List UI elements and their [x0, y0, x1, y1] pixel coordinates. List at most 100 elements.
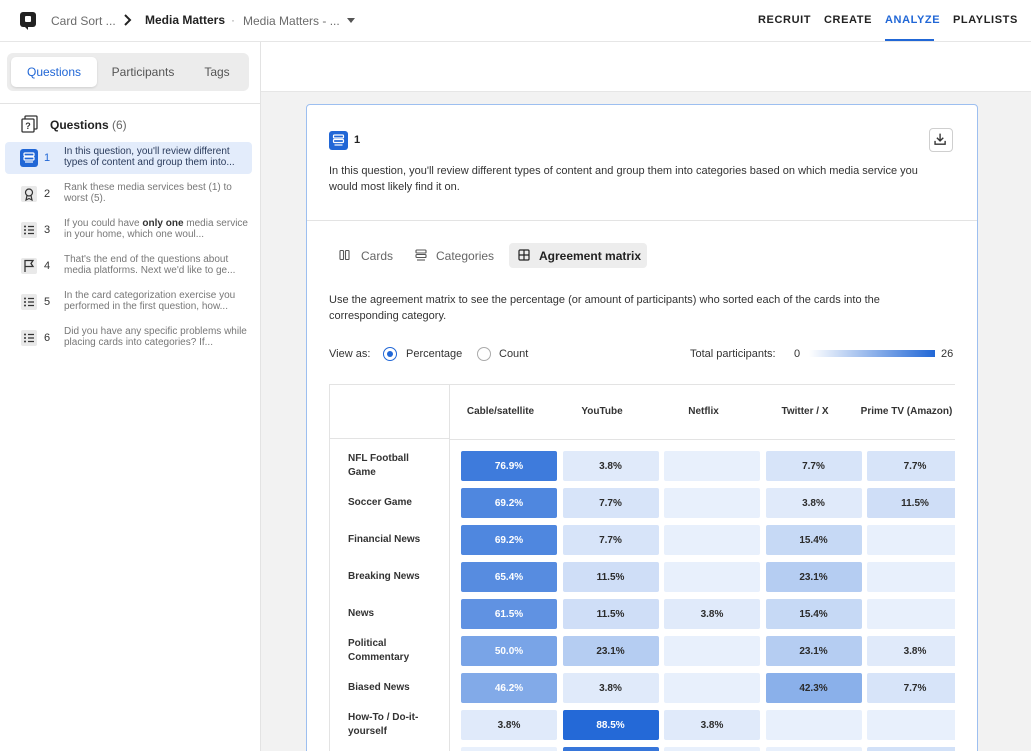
matrix-cell[interactable]: 7.7% — [867, 673, 955, 703]
matrix-cell[interactable] — [664, 525, 760, 555]
matrix-cell[interactable]: 3.8% — [461, 710, 557, 740]
app-logo-icon[interactable] — [19, 11, 37, 31]
list-icon — [20, 293, 38, 311]
question-item-2[interactable]: 2 Rank these media services best (1) to … — [5, 178, 252, 210]
matrix-cell[interactable]: 11.5% — [867, 488, 955, 518]
top-bar: Card Sort ... Media Matters · Media Matt… — [0, 0, 1031, 42]
breadcrumb-version[interactable]: Media Matters - ... — [243, 14, 340, 28]
matrix-cell[interactable]: 76.9% — [461, 451, 557, 481]
matrix-cell[interactable] — [664, 673, 760, 703]
question-item-4[interactable]: 4 That's the end of the questions about … — [5, 250, 252, 282]
matrix-cell[interactable]: 88.5% — [562, 710, 659, 740]
sidebar-tabs: Questions Participants Tags — [7, 53, 249, 91]
nav-create[interactable]: CREATE — [824, 14, 872, 26]
count-label[interactable]: Count — [499, 348, 528, 360]
question-item-6[interactable]: 6 Did you have any specific problems whi… — [5, 322, 252, 354]
question-text: In the card categorization exercise you … — [64, 290, 236, 312]
question-number: 1 — [354, 134, 361, 146]
sidebar-divider — [0, 103, 260, 104]
matrix-cell[interactable]: 3.8% — [562, 673, 659, 703]
question-description: In this question, you'll review differen… — [329, 165, 918, 193]
scale-min: 0 — [794, 348, 801, 360]
chevron-right-icon — [124, 14, 132, 26]
matrix-cell[interactable] — [664, 451, 760, 481]
tab-categories[interactable]: Categories — [407, 243, 502, 268]
matrix-cell[interactable]: 11.5% — [562, 562, 659, 592]
matrix-cell[interactable]: 15.4% — [765, 599, 862, 629]
matrix-cell[interactable] — [867, 525, 955, 555]
question-item-5[interactable]: 5 In the card categorization exercise yo… — [5, 286, 252, 318]
question-text: If you could have only one media service… — [64, 218, 248, 240]
question-item-1[interactable]: 1 In this question, you'll review differ… — [5, 142, 252, 174]
matrix-cell[interactable]: 10.0% — [867, 747, 955, 751]
matrix-cell[interactable]: 61.5% — [461, 599, 557, 629]
question-result-card: 1 In this question, you'll review differ… — [306, 104, 978, 751]
matrix-cell[interactable]: 7.7% — [867, 451, 955, 481]
row-header: News — [348, 608, 375, 619]
view-as-label: View as: — [329, 348, 371, 360]
row-header: Biased News — [348, 682, 410, 693]
percentage-radio[interactable] — [383, 347, 397, 361]
question-number: 3 — [44, 224, 51, 236]
tab-questions[interactable]: Questions — [11, 57, 97, 87]
matrix-cell[interactable]: 3.8% — [562, 451, 659, 481]
matrix-cell[interactable] — [664, 747, 760, 751]
matrix-cell[interactable] — [664, 636, 760, 666]
matrix-cell[interactable] — [867, 599, 955, 629]
matrix-cell[interactable] — [765, 710, 862, 740]
matrix-cell[interactable]: 69.2% — [461, 525, 557, 555]
row-header — [348, 747, 438, 751]
matrix-cell[interactable] — [765, 747, 862, 751]
nav-playlists[interactable]: PLAYLISTS — [953, 14, 1018, 26]
question-text: In this question, you'll review differen… — [64, 146, 235, 168]
matrix-cell[interactable]: 3.8% — [867, 636, 955, 666]
cards-icon — [339, 249, 350, 261]
questions-count: (6) — [112, 118, 127, 132]
tab-cards[interactable]: Cards — [331, 243, 396, 268]
tab-agreement-matrix[interactable]: Agreement matrix — [509, 243, 647, 268]
matrix-cell[interactable]: 15.4% — [765, 525, 862, 555]
matrix-cell[interactable] — [664, 562, 760, 592]
percentage-label[interactable]: Percentage — [406, 348, 462, 360]
matrix-cell[interactable] — [461, 747, 557, 751]
matrix-cell[interactable]: 3.8% — [664, 710, 760, 740]
tab-tags[interactable]: Tags — [189, 57, 245, 87]
matrix-cell[interactable]: 65.4% — [461, 562, 557, 592]
nav-analyze[interactable]: ANALYZE — [885, 14, 940, 26]
questions-heading: Questions — [50, 118, 109, 132]
matrix-cell[interactable]: 3.8% — [765, 488, 862, 518]
download-button[interactable] — [929, 128, 953, 152]
matrix-cell[interactable]: 11.5% — [562, 599, 659, 629]
row-header: Breaking News — [348, 571, 420, 582]
matrix-cell[interactable]: 23.1% — [765, 562, 862, 592]
matrix-cell[interactable]: 23.1% — [562, 636, 659, 666]
categories-icon — [415, 249, 427, 261]
matrix-cell[interactable] — [867, 710, 955, 740]
flag-icon — [20, 257, 38, 275]
matrix-cell[interactable]: 7.7% — [562, 525, 659, 555]
question-item-3[interactable]: 3 If you could have only one media servi… — [5, 214, 252, 246]
matrix-cell[interactable]: 3.8% — [664, 599, 760, 629]
matrix-cell[interactable] — [664, 488, 760, 518]
matrix-cell[interactable] — [867, 562, 955, 592]
matrix-cell[interactable]: 7.7% — [562, 488, 659, 518]
nav-recruit[interactable]: RECRUIT — [758, 14, 811, 26]
row-header: How-To / Do-it-yourself — [348, 712, 419, 737]
breadcrumb-project[interactable]: Card Sort ... — [51, 14, 116, 28]
breadcrumb-study[interactable]: Media Matters — [145, 13, 225, 27]
questions-icon: ? — [21, 115, 38, 133]
matrix-cell[interactable]: 23.1% — [765, 636, 862, 666]
question-number: 4 — [44, 260, 51, 272]
matrix-cell[interactable]: 80.0% — [562, 747, 659, 751]
count-radio[interactable] — [477, 347, 491, 361]
card-sort-icon — [329, 131, 348, 150]
matrix-cell[interactable]: 7.7% — [765, 451, 862, 481]
tab-participants[interactable]: Participants — [99, 57, 187, 87]
matrix-cell[interactable]: 46.2% — [461, 673, 557, 703]
matrix-cell[interactable]: 50.0% — [461, 636, 557, 666]
matrix-cell[interactable]: 42.3% — [765, 673, 862, 703]
sidebar: Questions Participants Tags ? Questions … — [0, 42, 261, 751]
row-header: Financial News — [348, 534, 421, 545]
matrix-cell[interactable]: 69.2% — [461, 488, 557, 518]
caret-down-icon[interactable] — [346, 17, 356, 25]
